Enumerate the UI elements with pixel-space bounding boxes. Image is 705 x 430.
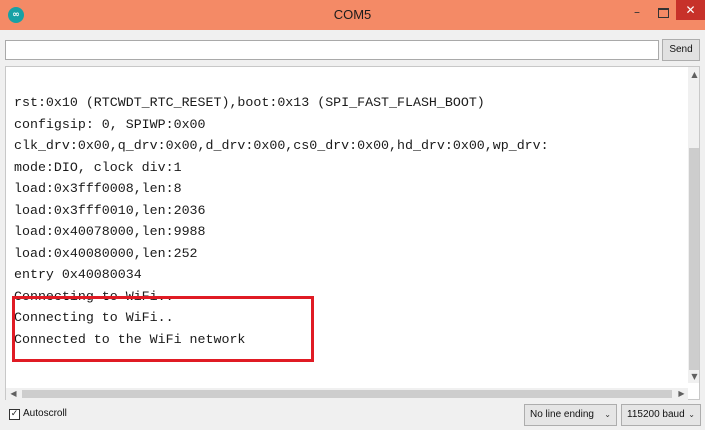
scroll-left-icon[interactable]: ◀ [8,389,19,399]
scroll-up-icon[interactable]: ▲ [689,70,700,80]
minimize-button[interactable]: – [624,2,650,22]
baud-rate-value: 115200 baud [627,409,685,420]
minimize-icon: – [634,5,640,19]
serial-output: rst:0x10 (RTCWDT_RTC_RESET),boot:0x13 (S… [5,66,700,400]
baud-rate-select[interactable]: 115200 baud ⌄ [621,404,701,426]
maximize-icon [657,7,669,18]
close-button[interactable]: ✕ [676,0,705,20]
console-line: load:0x40078000,len:9988 [14,224,206,239]
chevron-down-icon: ⌄ [688,410,695,419]
console-line: rst:0x10 (RTCWDT_RTC_RESET),boot:0x13 (S… [14,95,485,110]
console-line: load:0x3fff0008,len:8 [14,181,182,196]
line-ending-select[interactable]: No line ending ⌄ [524,404,617,426]
wifi-highlight-box [12,296,314,362]
console-line: clk_drv:0x00,q_drv:0x00,d_drv:0x00,cs0_d… [14,138,549,153]
close-icon: ✕ [685,3,696,17]
autoscroll-checkbox[interactable]: ✓ [9,409,20,420]
console-line: configsip: 0, SPIWP:0x00 [14,116,206,132]
send-button[interactable]: Send [662,39,700,61]
vertical-scroll-thumb[interactable] [689,148,699,370]
serial-input-field[interactable] [5,40,659,60]
console-line: load:0x3fff0010,len:2036 [14,202,206,218]
chevron-down-icon: ⌄ [604,410,611,419]
console-line: load:0x40080000,len:252 [14,245,198,261]
window-title: COM5 [333,7,372,22]
console-line: entry 0x40080034 [14,267,142,282]
line-ending-value: No line ending [530,409,594,420]
maximize-button[interactable] [650,2,676,22]
horizontal-scroll-thumb[interactable] [22,390,672,398]
console-line: mode:DIO, clock div:1 [14,159,182,175]
scroll-down-icon[interactable]: ▼ [689,372,700,382]
autoscroll-label: Autoscroll [23,408,67,419]
scroll-right-icon[interactable]: ▶ [676,389,687,399]
